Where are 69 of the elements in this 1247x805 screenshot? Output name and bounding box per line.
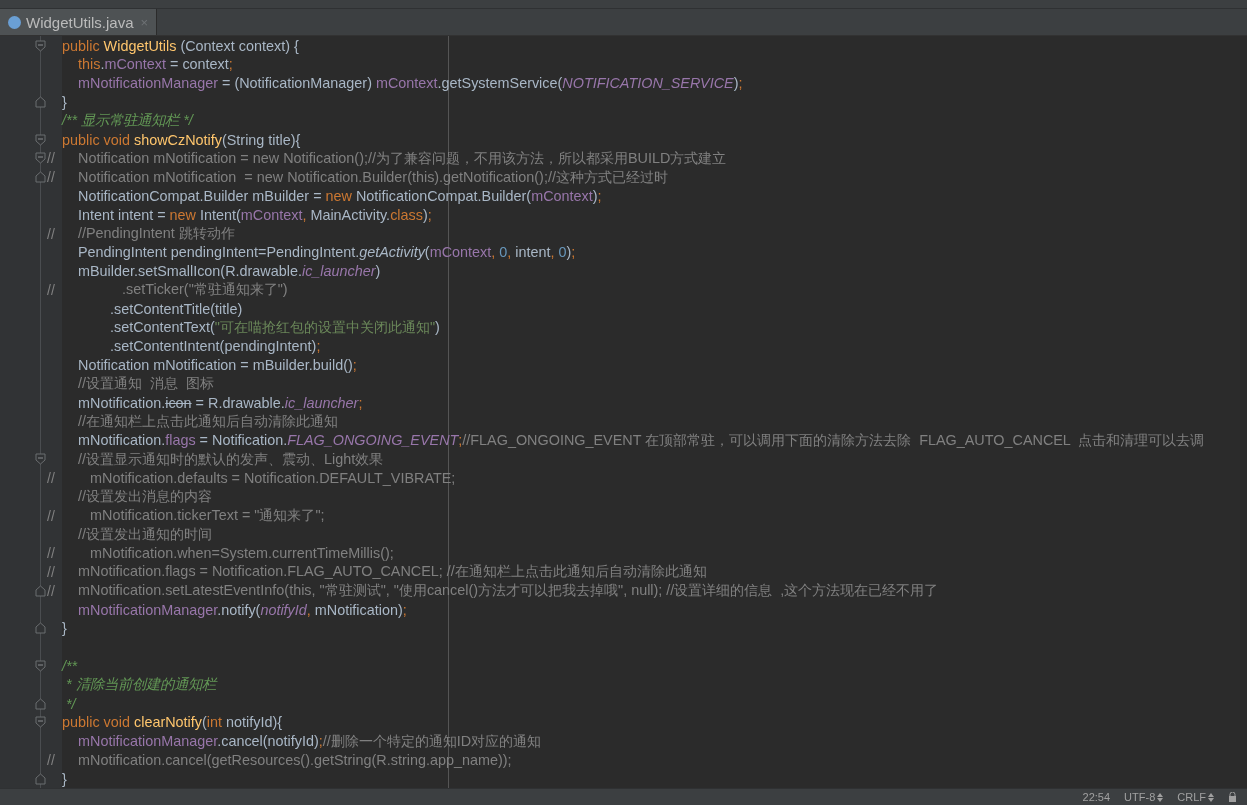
- lock-icon[interactable]: [1228, 792, 1237, 803]
- class-icon: [8, 15, 21, 29]
- comment-marker: //: [47, 545, 55, 562]
- fold-marker-icon[interactable]: [34, 453, 46, 466]
- code-line: .setContentText("可在喵抢红包的设置中关闭此通知"): [110, 318, 440, 338]
- code-line: public void showCzNotify(String title){: [62, 131, 301, 148]
- code-line: mNotification.when=System.currentTimeMillis();: [90, 545, 394, 562]
- code-line: mBuilder.setSmallIcon(R.drawable.ic_launcher): [78, 263, 381, 280]
- code-line: mNotificationManager.cancel(notifyId);//删除一个特定的通知ID对应的通知: [78, 731, 542, 751]
- fold-marker-icon[interactable]: [34, 659, 46, 672]
- code-line: mNotification.icon = R.drawable.ic_launcher;: [78, 394, 363, 411]
- fold-marker-icon[interactable]: [34, 772, 46, 785]
- code-line: NotificationCompat.Builder mBuilder = new NotificationCompat.Builder(mContext);: [78, 188, 602, 204]
- code-line: }: [62, 620, 67, 637]
- comment-marker: //: [47, 507, 55, 524]
- code-line: }: [62, 94, 67, 110]
- code-line: mNotification.flags = Notification.FLAG_ONGOING_EVENT;//FLAG_ONGOING_EVENT 在顶部常驻，可以调用下面的清除方法去除 FLAG_AUTO_CANCEL 点击和清理可以去调: [78, 430, 1205, 450]
- fold-marker-icon[interactable]: [34, 697, 46, 710]
- fold-marker-icon[interactable]: [34, 584, 46, 597]
- code-line: this.mContext = context;: [78, 56, 233, 73]
- code-line: mNotification.defaults = Notification.DEFAULT_VIBRATE;: [90, 469, 456, 486]
- fold-marker-icon[interactable]: [34, 152, 46, 165]
- code-line: public void clearNotify(int notifyId){: [62, 714, 282, 731]
- fold-marker-icon[interactable]: [34, 171, 46, 184]
- code-line: mNotificationManager = (NotificationManager) mContext.getSystemService(NOTIFICATION_SERVICE);: [78, 75, 743, 92]
- code-line: Intent intent = new Intent(mContext, MainActivity.class);: [78, 206, 432, 223]
- code-line: //在通知栏上点击此通知后自动清除此通知: [78, 412, 338, 432]
- comment-marker: //: [47, 281, 55, 298]
- code-line: //设置通知 消息 图标: [78, 374, 214, 394]
- code-line: mNotificationManager.notify(notifyId, mNotification);: [78, 601, 407, 618]
- code-line: * 清除当前创建的通知栏: [66, 675, 216, 695]
- file-tab[interactable]: WidgetUtils.java ×: [0, 9, 158, 36]
- comment-marker: //: [47, 150, 55, 167]
- code-line: }: [62, 770, 67, 787]
- code-line: /** 显示常驻通知栏 */: [62, 111, 193, 131]
- code-line: public WidgetUtils (Context context) {: [62, 37, 299, 54]
- code-line: .setContentIntent(pendingIntent);: [110, 338, 321, 355]
- dropdown-arrows-icon: [1208, 792, 1214, 802]
- fold-marker-icon[interactable]: [34, 96, 46, 108]
- comment-marker: //: [47, 563, 55, 580]
- code-line: mNotification.tickerText = "通知来了";: [90, 506, 325, 526]
- code-line: mNotification.flags = Notification.FLAG_AUTO_CANCEL; //在通知栏上点击此通知后自动清除此通知: [78, 562, 707, 582]
- comment-marker: //: [47, 225, 55, 242]
- encoding-selector[interactable]: UTF-8: [1124, 791, 1164, 804]
- code-line: */: [66, 695, 76, 712]
- dropdown-arrows-icon: [1157, 792, 1164, 802]
- code-line: Notification mNotification = mBuilder.build();: [78, 357, 357, 374]
- code-line: mNotification.setLatestEventInfo(this, "常驻测试", "使用cancel()方法才可以把我去掉哦", null); //设置详细的信息 ,这个方法现在已经不用了: [78, 581, 939, 601]
- code-line: //PendingIntent 跳转动作: [78, 224, 235, 244]
- comment-marker: //: [47, 751, 55, 768]
- code-line: //设置发出消息的内容: [78, 487, 212, 507]
- comment-marker: //: [47, 169, 55, 186]
- code-line: //设置显示通知时的默认的发声、震动、Light效果: [78, 449, 384, 469]
- code-line: .setContentTitle(title): [110, 300, 243, 317]
- fold-marker-icon[interactable]: [34, 622, 46, 635]
- fold-marker-icon[interactable]: [34, 133, 46, 146]
- code-line: PendingIntent pendingIntent=PendingIntent.getActivity(mContext, 0, intent, 0);: [78, 244, 576, 261]
- line-separator-selector[interactable]: CRLF: [1177, 791, 1214, 804]
- fold-marker-icon[interactable]: [34, 39, 46, 52]
- code-line: .setTicker("常驻通知来了"): [122, 280, 288, 300]
- code-line: //设置发出通知的时间: [78, 524, 212, 544]
- code-line: Notification mNotification = new Notification();//为了兼容问题，不用该方法，所以都采用BUILD方式建立: [78, 148, 727, 168]
- code-line: Notification mNotification = new Notification.Builder(this).getNotification();//这种方式已经过时: [78, 167, 668, 187]
- fold-marker-icon[interactable]: [34, 716, 46, 729]
- cursor-position[interactable]: 22:54: [1082, 791, 1111, 804]
- comment-marker: //: [47, 582, 55, 599]
- code-line: /**: [62, 657, 78, 674]
- code-line: mNotification.cancel(getResources().getString(R.string.app_name));: [78, 751, 512, 768]
- comment-marker: //: [47, 469, 55, 486]
